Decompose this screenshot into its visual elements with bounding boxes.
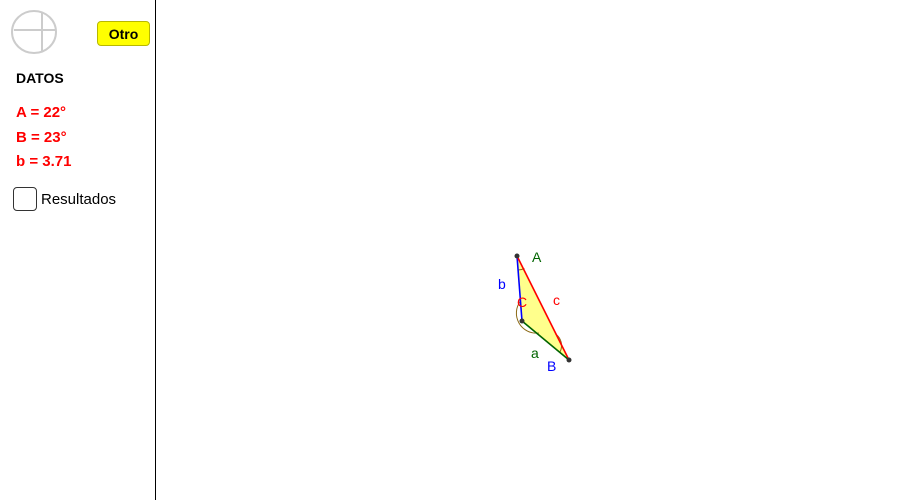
vertex-b-point[interactable] <box>566 357 572 363</box>
data-angle-a: A = 22° <box>16 104 67 121</box>
side-label-c: c <box>553 292 560 308</box>
sidebar-panel: Otro DATOS A = 22° B = 23° b = 3.71 Resu… <box>0 0 156 500</box>
results-checkbox[interactable] <box>13 187 37 211</box>
vertex-a-point[interactable] <box>514 253 520 259</box>
side-label-b: b <box>498 276 506 292</box>
data-angle-b: B = 23° <box>16 129 67 146</box>
data-side-b: b = 3.71 <box>16 153 72 170</box>
results-label: Resultados <box>41 190 117 208</box>
vertex-label-c: C <box>517 294 527 310</box>
otro-button[interactable]: Otro <box>97 21 150 46</box>
side-label-a: a <box>531 345 539 361</box>
results-toggle[interactable]: Resultados <box>13 187 116 211</box>
geometry-canvas[interactable]: A B C b c a <box>156 0 900 500</box>
vertex-label-a: A <box>532 249 542 265</box>
vertex-label-b: B <box>547 358 556 374</box>
geogebra-logo-icon <box>11 10 57 54</box>
datos-title: DATOS <box>16 70 64 86</box>
vertex-c-point[interactable] <box>519 318 525 324</box>
